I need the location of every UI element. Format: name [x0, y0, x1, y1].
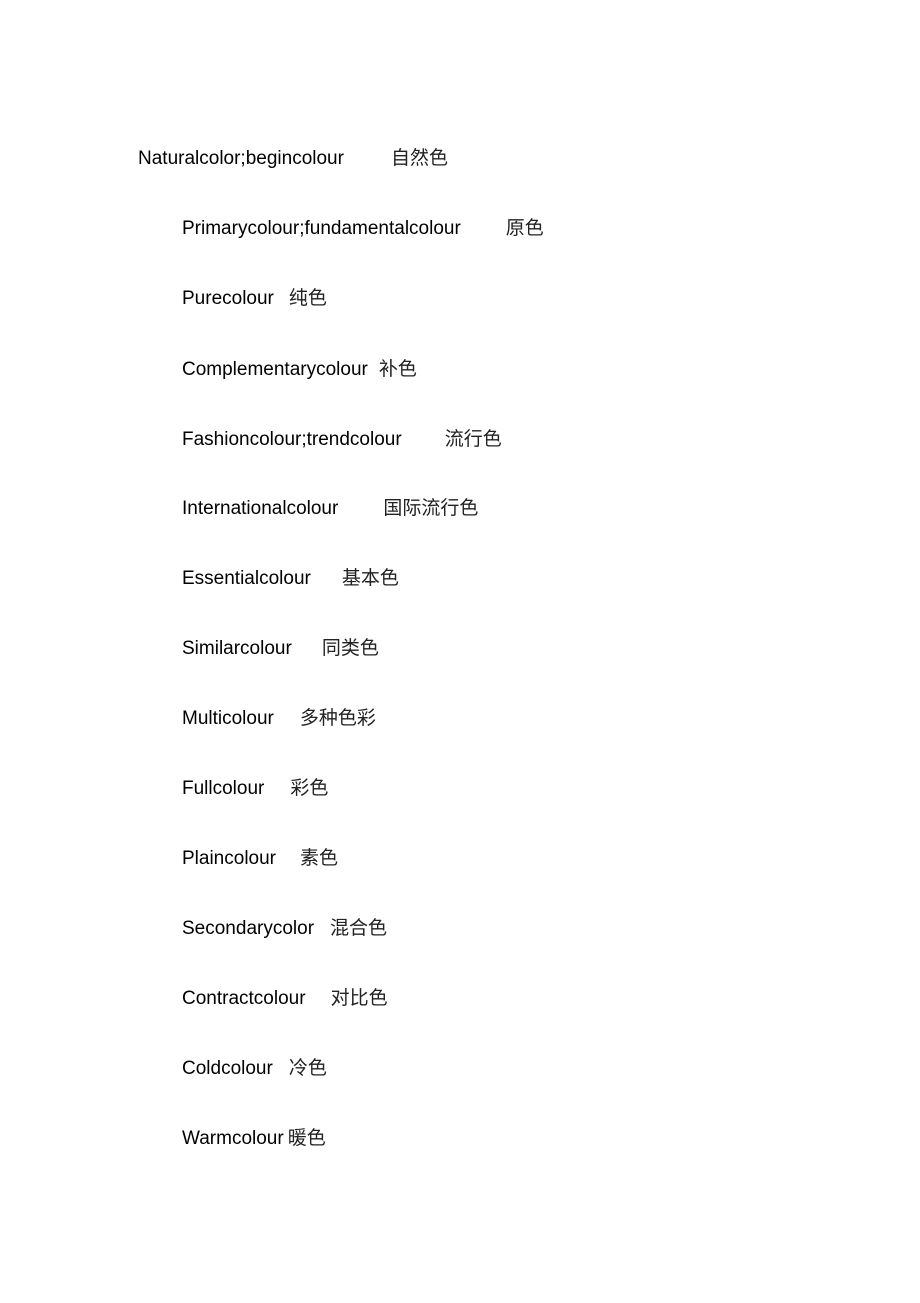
term-english: Naturalcolor;begincolour — [138, 148, 344, 169]
term-english: Plaincolour — [182, 848, 276, 869]
glossary-entry: Internationalcolour 国际流行色 — [182, 496, 478, 521]
term-english: Coldcolour — [182, 1058, 273, 1079]
term-chinese: 多种色彩 — [299, 707, 376, 729]
term-english: Complementarycolour — [182, 359, 368, 380]
term-english: Fullcolour — [182, 778, 265, 799]
glossary-entry: Fullcolour 彩色 — [182, 776, 328, 801]
term-english: Purecolour — [182, 288, 274, 309]
term-chinese: 彩色 — [290, 777, 329, 799]
term-chinese: 自然色 — [390, 147, 448, 169]
term-chinese: 流行色 — [444, 428, 502, 450]
glossary-entry: Contractcolour 对比色 — [182, 986, 388, 1011]
term-chinese: 同类色 — [321, 637, 379, 659]
glossary-entry: Purecolour 纯色 — [182, 286, 327, 311]
term-english: Multicolour — [182, 708, 274, 729]
term-chinese: 素色 — [300, 847, 339, 869]
glossary-entry: Similarcolour 同类色 — [182, 636, 379, 661]
glossary-entry: Multicolour 多种色彩 — [182, 706, 376, 731]
term-chinese: 原色 — [505, 217, 544, 239]
glossary-entry: Naturalcolor;begincolour 自然色 — [138, 146, 448, 171]
glossary-entry: Warmcolour 暖色 — [182, 1126, 326, 1151]
term-chinese: 暖色 — [287, 1127, 326, 1149]
glossary-entry: Coldcolour 冷色 — [182, 1056, 327, 1081]
term-chinese: 冷色 — [288, 1057, 327, 1079]
term-chinese: 补色 — [378, 358, 417, 380]
glossary-entry: Complementarycolour 补色 — [182, 357, 417, 382]
term-english: Primarycolour;fundamentalcolour — [182, 218, 461, 239]
term-english: Contractcolour — [182, 988, 306, 1009]
term-english: Warmcolour — [182, 1128, 284, 1149]
glossary-entry: Fashioncolour;trendcolour 流行色 — [182, 427, 502, 452]
term-english: Essentialcolour — [182, 568, 311, 589]
term-english: Secondarycolor — [182, 918, 315, 939]
term-chinese: 国际流行色 — [383, 497, 479, 519]
term-chinese: 基本色 — [341, 567, 399, 589]
glossary-entry: Plaincolour 素色 — [182, 846, 338, 871]
glossary-entry: Primarycolour;fundamentalcolour 原色 — [182, 216, 544, 241]
term-english: Similarcolour — [182, 638, 292, 659]
glossary-entry: Essentialcolour 基本色 — [182, 566, 399, 591]
term-chinese: 纯色 — [288, 287, 327, 309]
term-chinese: 对比色 — [330, 987, 388, 1009]
glossary-entry: Secondarycolor 混合色 — [182, 916, 387, 941]
term-english: Fashioncolour;trendcolour — [182, 429, 402, 450]
term-chinese: 混合色 — [330, 917, 388, 939]
term-english: Internationalcolour — [182, 498, 339, 519]
